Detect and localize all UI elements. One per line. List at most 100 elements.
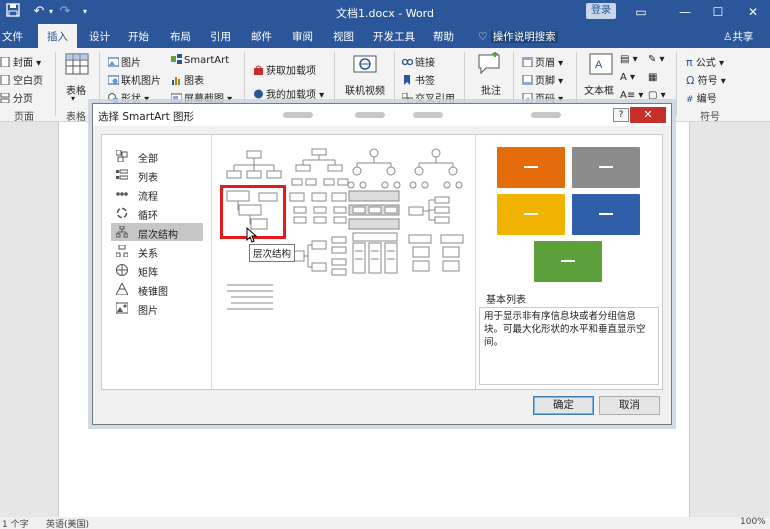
numbering-button[interactable]: # 编号 bbox=[686, 90, 717, 105]
tab-help[interactable]: 帮助 bbox=[433, 29, 454, 44]
blank-page-button[interactable]: 空白页 bbox=[0, 72, 43, 87]
link-button[interactable]: 链接 bbox=[402, 54, 435, 69]
close-icon[interactable]: ✕ bbox=[744, 3, 762, 21]
comment-button[interactable]: 批注 bbox=[481, 82, 501, 97]
date-time-icon[interactable]: ▦ bbox=[648, 72, 657, 83]
cover-page-button[interactable]: 封面 ▾ bbox=[0, 54, 41, 69]
category-matrix[interactable]: 矩阵 bbox=[111, 261, 203, 279]
picture-button[interactable]: 图片 bbox=[108, 54, 141, 69]
equation-label: 公式 bbox=[695, 58, 716, 69]
category-hierarchy[interactable]: 层次结构 bbox=[111, 223, 203, 241]
symbols-group-label: 符号 bbox=[700, 112, 720, 123]
dropcap-icon[interactable]: A≡ ▾ bbox=[620, 90, 643, 101]
category-process[interactable]: 流程 bbox=[111, 185, 203, 203]
tab-developer[interactable]: 开发工具 bbox=[373, 29, 415, 44]
tab-view[interactable]: 视图 bbox=[333, 29, 354, 44]
preview-description: 用于显示非有序信息块或者分组信息块。可最大化形状的水平和垂直显示空间。 bbox=[479, 307, 659, 385]
share-button[interactable]: ♙共享 bbox=[723, 29, 753, 44]
cancel-button[interactable]: 取消 bbox=[599, 396, 660, 415]
login-button[interactable]: 登录 bbox=[586, 3, 616, 19]
tab-review[interactable]: 审阅 bbox=[292, 29, 313, 44]
category-pyramid[interactable]: 棱锥图 bbox=[111, 280, 203, 298]
layout-thumbnail[interactable] bbox=[343, 189, 405, 233]
my-addins-button[interactable]: 我的加载项 ▾ bbox=[253, 86, 324, 101]
tab-design[interactable]: 设计 bbox=[89, 29, 110, 44]
page-break-button[interactable]: 分页 bbox=[0, 90, 33, 105]
signature-line-icon[interactable]: ✎ ▾ bbox=[648, 54, 665, 65]
comment-label: 批注 bbox=[481, 86, 501, 97]
tab-layout[interactable]: 布局 bbox=[170, 29, 191, 44]
cycle-icon bbox=[116, 207, 128, 219]
cover-page-icon bbox=[0, 57, 10, 67]
layout-thumbnail[interactable] bbox=[343, 147, 405, 191]
tab-file[interactable]: 文件 bbox=[2, 29, 23, 44]
ok-button[interactable]: 确定 bbox=[533, 396, 594, 415]
category-list-item[interactable]: 列表 bbox=[111, 166, 203, 184]
tell-me-search[interactable]: ♡ 操作说明搜索 bbox=[478, 29, 558, 44]
preview-shape-gray bbox=[572, 147, 640, 188]
table-dropdown-icon[interactable]: ▾ bbox=[71, 94, 75, 103]
tab-mailings[interactable]: 邮件 bbox=[251, 29, 272, 44]
category-label: 循环 bbox=[138, 211, 158, 222]
minimize-icon[interactable]: — bbox=[676, 3, 694, 21]
quick-parts-icon[interactable]: ▤ ▾ bbox=[620, 54, 638, 65]
dialog-body: 全部 列表 流程 循环 层次结构 关系 矩阵 棱锥图 图片 层次结构 基本列表 … bbox=[101, 134, 663, 390]
smartart-button[interactable]: SmartArt bbox=[171, 54, 229, 66]
layout-thumbnail[interactable] bbox=[223, 281, 285, 325]
layout-thumbnail[interactable] bbox=[343, 231, 405, 275]
blank-page-icon bbox=[0, 75, 10, 85]
category-picture[interactable]: 图片 bbox=[111, 299, 203, 317]
bookmark-button[interactable]: 书签 bbox=[402, 72, 435, 87]
category-all[interactable]: 全部 bbox=[111, 147, 203, 165]
tab-home[interactable]: 开始 bbox=[128, 29, 149, 44]
ribbon-display-icon[interactable]: ▭ bbox=[632, 3, 650, 21]
footer-button[interactable]: 页脚 ▾ bbox=[522, 72, 563, 87]
layout-thumbnail[interactable] bbox=[288, 235, 350, 279]
tab-insert[interactable]: 插入 bbox=[38, 24, 77, 48]
picture-label: 图片 bbox=[121, 58, 141, 69]
zoom-level[interactable]: 100% bbox=[740, 517, 766, 527]
maximize-icon[interactable]: ☐ bbox=[709, 3, 727, 21]
equation-button[interactable]: π 公式 ▾ bbox=[686, 54, 724, 69]
comment-icon[interactable] bbox=[476, 51, 502, 76]
language-status[interactable]: 英语(美国) bbox=[46, 517, 89, 529]
category-relationship[interactable]: 关系 bbox=[111, 242, 203, 260]
blurred-text bbox=[283, 112, 313, 118]
layout-thumbnail[interactable] bbox=[288, 189, 350, 233]
object-icon[interactable]: ▢ ▾ bbox=[648, 90, 666, 101]
blurred-text bbox=[413, 112, 443, 118]
dialog-title-bar: 选择 SmartArt 图形 ? ✕ bbox=[93, 104, 671, 126]
word-count[interactable]: 1 个字 bbox=[2, 517, 29, 529]
layout-thumbnail[interactable] bbox=[405, 231, 467, 275]
category-label: 流程 bbox=[138, 192, 158, 203]
category-cycle[interactable]: 循环 bbox=[111, 204, 203, 222]
textbox-icon[interactable]: A bbox=[588, 52, 614, 76]
table-icon[interactable] bbox=[64, 52, 90, 76]
chart-label: 图表 bbox=[184, 76, 204, 87]
layout-thumbnail[interactable] bbox=[288, 147, 350, 191]
numbering-label: 编号 bbox=[696, 94, 717, 105]
process-icon bbox=[116, 192, 128, 196]
all-icon bbox=[116, 150, 128, 162]
get-addins-button[interactable]: 获取加载项 bbox=[253, 62, 316, 77]
textbox-button[interactable]: 文本框 bbox=[584, 82, 614, 97]
symbol-button[interactable]: Ω 符号 ▾ bbox=[686, 72, 726, 87]
wordart-icon[interactable]: A ▾ bbox=[620, 72, 635, 83]
preview-title: 基本列表 bbox=[486, 295, 526, 306]
online-video-icon[interactable] bbox=[352, 52, 378, 76]
dialog-close-button[interactable]: ✕ bbox=[630, 107, 666, 123]
online-picture-button[interactable]: 联机图片 bbox=[108, 72, 161, 87]
table-button[interactable]: 表格 bbox=[66, 82, 86, 97]
share-label: 共享 bbox=[732, 31, 754, 43]
layout-thumbnail[interactable] bbox=[405, 189, 467, 233]
pi-icon: π bbox=[686, 56, 693, 69]
tab-references[interactable]: 引用 bbox=[210, 29, 231, 44]
help-button[interactable]: ? bbox=[613, 108, 629, 122]
layout-gallery: 层次结构 bbox=[213, 135, 475, 389]
layout-thumbnail[interactable] bbox=[405, 147, 467, 191]
header-button[interactable]: 页眉 ▾ bbox=[522, 54, 563, 69]
textbox-label: 文本框 bbox=[584, 86, 614, 97]
chart-button[interactable]: 图表 bbox=[171, 72, 204, 87]
group-divider bbox=[676, 52, 677, 116]
online-video-button[interactable]: 联机视频 bbox=[345, 82, 385, 97]
